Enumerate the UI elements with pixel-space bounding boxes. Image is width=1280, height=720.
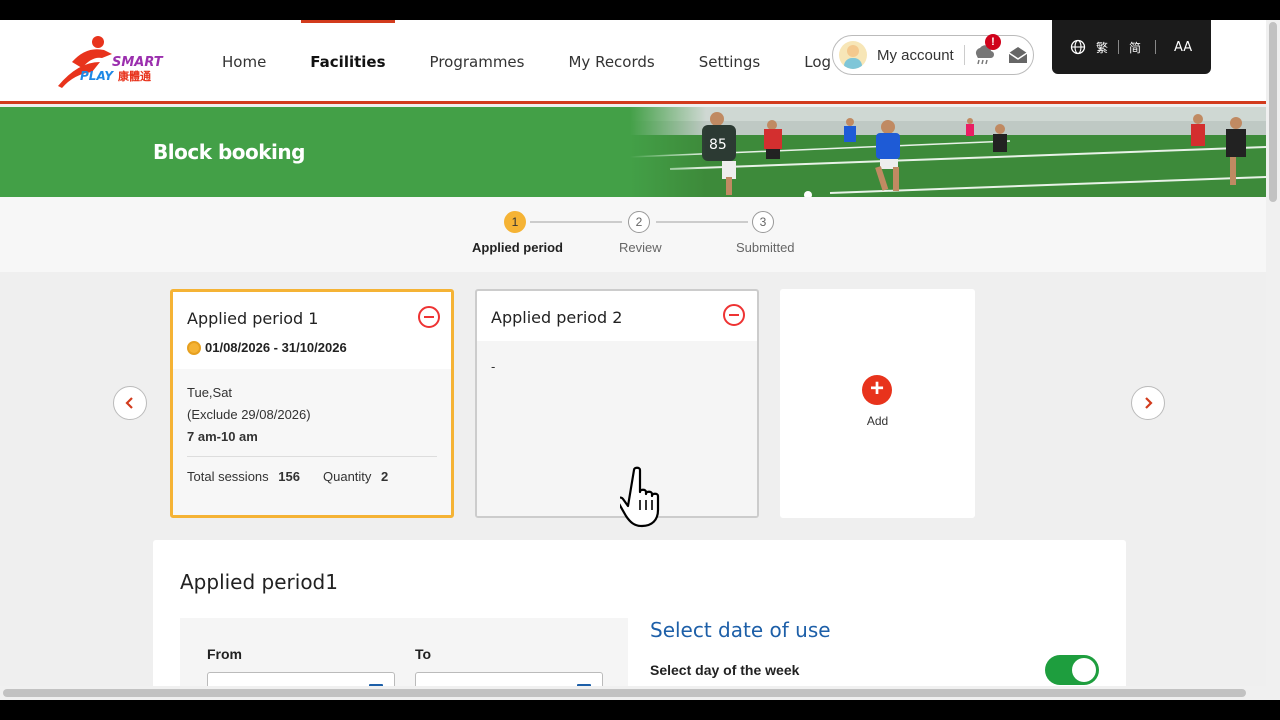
quantity-value: 2 [381,469,389,484]
scrollbar-thumb[interactable] [3,689,1246,697]
carousel-prev-button[interactable] [113,386,147,420]
total-sessions: Total sessions 156 [187,469,300,484]
card-details: - [477,341,757,516]
page-banner: Block booking 85 [0,107,1266,197]
add-label: Add [866,414,889,428]
card-title: Applied period 1 [187,309,319,328]
football-players-photo: 85 [630,107,1266,197]
chevron-left-icon [125,397,133,409]
day-of-week-toggle[interactable] [1045,655,1099,685]
step-2-label: Review [619,240,662,255]
divider [963,45,965,65]
period-time: 7 am-10 am [187,429,258,444]
applied-period-card[interactable]: Applied period 2 - [475,289,759,518]
main-nav: Home Facilities Programmes My Records Se… [200,20,885,104]
logo-text-chinese: 康體通 [118,69,151,83]
remove-period-button[interactable] [418,306,440,328]
mail-icon[interactable] [1007,44,1029,66]
nav-home[interactable]: Home [200,20,288,104]
logo-text-smart: SMART [112,55,164,70]
site-header: SMART PLAY 康體通 Home Facilities Programme… [0,20,1266,104]
divider [187,456,437,457]
nav-facilities[interactable]: Facilities [288,20,407,104]
day-of-week-label: Select day of the week [650,662,800,678]
period-days: Tue,Sat [187,385,233,400]
to-label: To [415,646,432,662]
plus-icon: + [862,375,892,405]
scrollbar-thumb[interactable] [1269,22,1277,202]
step-2-circle: 2 [628,211,650,233]
period-date-range: 01/08/2026 - 31/10/2026 [187,340,347,355]
smartplay-logo[interactable]: SMART PLAY 康體通 [52,32,170,92]
period-exclusion: (Exclude 29/08/2026) [187,407,311,422]
lang-traditional-chinese[interactable]: 繁 [1096,39,1108,56]
add-period-button[interactable]: + Add [780,289,975,518]
card-details: Tue,Sat (Exclude 29/08/2026) 7 am-10 am … [173,369,451,515]
step-connector [656,221,748,223]
quantity: Quantity 2 [323,469,388,484]
step-3-label: Submitted [736,240,795,255]
nav-settings[interactable]: Settings [677,20,783,104]
section-title: Applied period1 [180,570,338,594]
carousel-next-button[interactable] [1131,386,1165,420]
quantity-label: Quantity [323,469,372,484]
progress-stepper: 1 2 3 Applied period Review Submitted [0,197,1266,272]
globe-icon [1070,39,1086,55]
select-date-title: Select date of use [650,618,831,642]
browser-viewport: SMART PLAY 康體通 Home Facilities Programme… [0,20,1280,700]
divider [1118,40,1120,54]
applied-period-card[interactable]: Applied period 1 01/08/2026 - 31/10/2026… [170,289,454,518]
account-label: My account [877,46,954,64]
notification-badge: ! [985,34,1001,50]
empty-placeholder: - [491,359,496,374]
font-size-button[interactable]: AA [1174,40,1192,55]
from-label: From [207,646,242,662]
divider [1155,40,1157,54]
nav-programmes[interactable]: Programmes [408,20,547,104]
total-sessions-label: Total sessions [187,469,269,484]
account-menu[interactable]: My account [832,35,1034,75]
step-3-circle: 3 [752,211,774,233]
card-title: Applied period 2 [491,308,623,327]
period-detail-panel: Applied period1 From To Select date of u… [153,540,1126,700]
avatar [839,41,867,69]
step-1-label: Applied period [472,240,563,255]
step-1-circle: 1 [504,211,526,233]
logo-text-play: PLAY [80,69,114,83]
date-range-text: 01/08/2026 - 31/10/2026 [205,340,347,355]
chevron-right-icon [1145,397,1153,409]
lang-simplified-chinese[interactable]: 简 [1129,39,1141,56]
nav-my-records[interactable]: My Records [546,20,676,104]
language-toolbar: 繁 简 AA [1052,20,1211,74]
hand-cursor-icon [620,466,660,528]
remove-period-button[interactable] [723,304,745,326]
total-sessions-value: 156 [278,469,300,484]
coin-icon [187,340,201,355]
step-connector [530,221,622,223]
page-title: Block booking [153,140,305,164]
horizontal-scrollbar[interactable] [0,686,1266,700]
vertical-scrollbar[interactable] [1266,20,1280,700]
